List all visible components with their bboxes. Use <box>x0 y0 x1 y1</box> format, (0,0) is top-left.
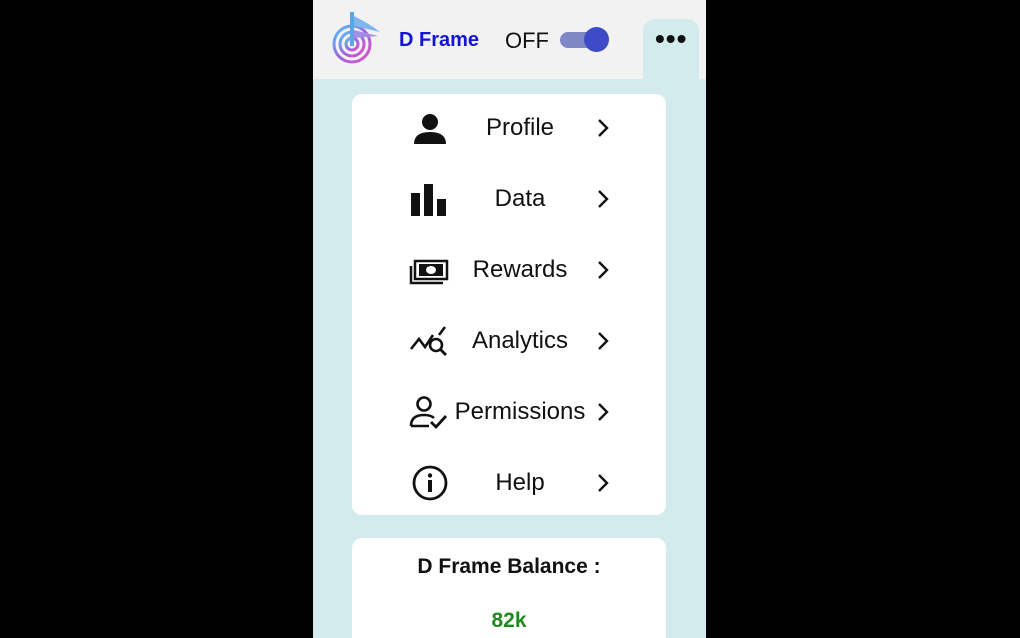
menu-item-label: Analytics <box>471 327 569 354</box>
menu-item-label: Permissions <box>454 398 586 425</box>
menu-item-label: Data <box>494 185 546 212</box>
menu-item-analytics[interactable]: Analytics <box>352 307 666 378</box>
chevron-right-icon <box>598 403 609 421</box>
chevron-right-icon <box>598 474 609 492</box>
menu-item-rewards[interactable]: Rewards <box>352 236 666 307</box>
menu-item-permissions[interactable]: Permissions <box>352 378 666 449</box>
app-title: D Frame <box>399 29 480 51</box>
more-dots-icon: ••• <box>655 23 688 54</box>
chevron-right-icon <box>598 332 609 350</box>
toggle-knob <box>584 27 609 52</box>
menu-item-help[interactable]: Help <box>352 449 666 520</box>
more-options-button[interactable]: ••• <box>643 19 699 79</box>
balance-title: D Frame Balance : <box>417 555 601 578</box>
balance-value: 82k <box>491 609 527 632</box>
logo-icon <box>332 12 380 64</box>
power-state-label: OFF <box>505 28 549 53</box>
menu-item-label: Profile <box>485 114 555 141</box>
chevron-right-icon <box>598 190 609 208</box>
menu-card: Profile Data Rewards Analytics Permissio… <box>352 94 666 515</box>
chevron-right-icon <box>598 261 609 279</box>
menu-item-label: Help <box>495 469 545 496</box>
extension-popup: D Frame OFF ••• Profile Data Rewards Ana… <box>313 0 706 638</box>
menu-item-profile[interactable]: Profile <box>352 94 666 165</box>
balance-card: D Frame Balance : 82k <box>352 538 666 638</box>
menu-item-label: Rewards <box>472 256 568 283</box>
header: D Frame OFF ••• <box>313 0 706 79</box>
power-toggle[interactable] <box>560 27 610 53</box>
menu-item-data[interactable]: Data <box>352 165 666 236</box>
chevron-right-icon <box>598 119 609 137</box>
